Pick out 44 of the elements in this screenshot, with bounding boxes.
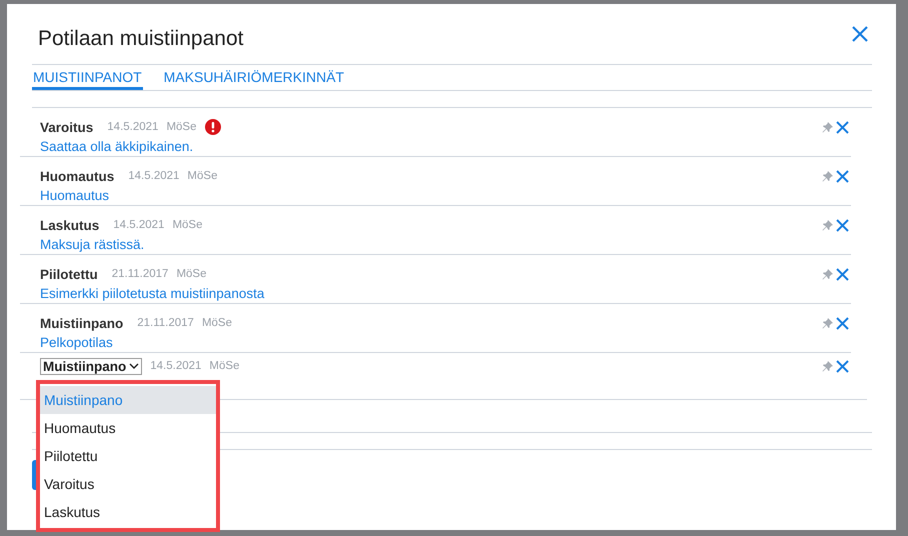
note-author: MöSe (209, 360, 240, 372)
note-type: Huomautus (40, 168, 114, 184)
pin-icon[interactable] (822, 220, 833, 230)
pin-icon[interactable] (822, 318, 833, 328)
note-author: MöSe (166, 121, 196, 133)
type-select[interactable]: Muistiinpano (40, 358, 142, 374)
note-type: Muistiinpano (40, 316, 124, 330)
pin-icon[interactable] (822, 268, 833, 280)
note-text: Huomautus (40, 188, 110, 203)
pin-icon[interactable] (822, 170, 833, 182)
note-date: 21.11.2017 (137, 317, 194, 329)
note-date: 14.5.2021 (128, 170, 180, 182)
note-text: Esimerkki piilotetusta muistiinpanosta (40, 286, 266, 301)
dropdown-option[interactable]: Laskutus (40, 498, 216, 526)
note-author: MöSe (187, 170, 218, 182)
note-author: MöSe (202, 317, 232, 329)
tab[interactable]: MUISTIINPANOT (32, 69, 143, 90)
note-date: 21.11.2017 (112, 268, 168, 280)
delete-icon[interactable] (836, 360, 849, 372)
pin-icon[interactable] (822, 122, 833, 132)
dialog-title: Potilaan muistiinpanot (38, 27, 244, 51)
delete-icon[interactable] (836, 170, 849, 182)
dropdown-option[interactable]: Varoitus (40, 470, 216, 498)
note-text: Maksuja rästissä. (40, 237, 146, 252)
note-text: Pelkopotilas (40, 335, 114, 350)
note-type: Varoitus (40, 120, 94, 134)
dropdown-option[interactable]: Piilotettu (40, 442, 216, 470)
delete-icon[interactable] (836, 316, 849, 330)
note-date: 14.5.2021 (150, 360, 202, 372)
note-text: Saattaa olla äkkipikainen. (40, 139, 194, 154)
delete-icon[interactable] (836, 120, 849, 134)
tab[interactable]: MAKSUHÄIRIÖMERKINNÄT (162, 69, 346, 90)
note-type: Laskutus (40, 218, 100, 232)
dropdown-option[interactable]: Huomautus (40, 414, 216, 442)
note-date: 14.5.2021 (107, 121, 158, 133)
delete-icon[interactable] (836, 218, 849, 232)
note-author: MöSe (176, 268, 206, 280)
caret-icon (129, 362, 140, 370)
delete-icon[interactable] (836, 268, 849, 280)
close-icon[interactable] (851, 25, 869, 43)
note-type: Piilotettu (40, 266, 98, 282)
note-date: 14.5.2021 (113, 219, 164, 231)
pin-icon[interactable] (822, 360, 833, 372)
note-author: MöSe (172, 219, 202, 231)
